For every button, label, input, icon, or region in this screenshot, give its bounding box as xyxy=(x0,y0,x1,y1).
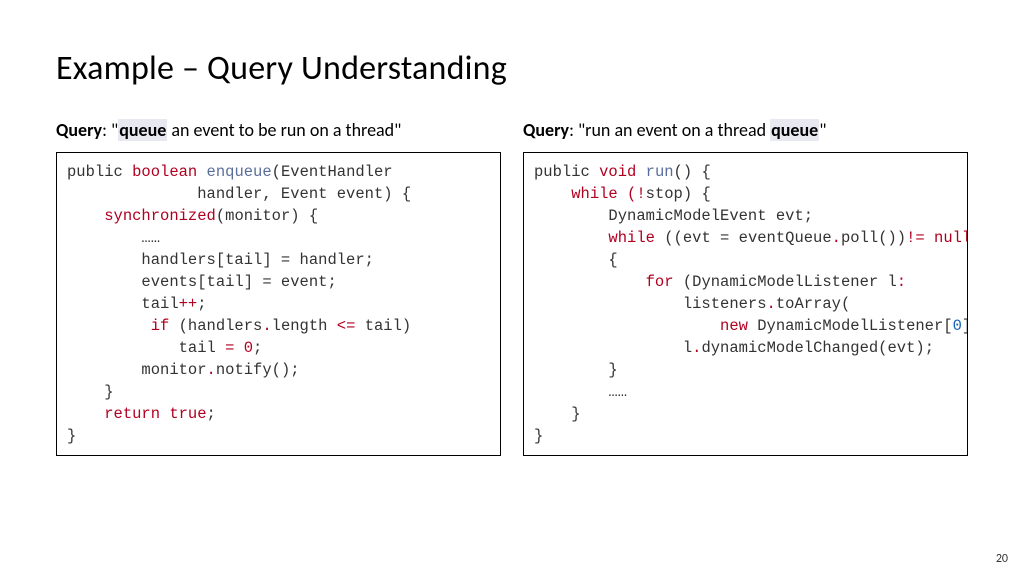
left-code-box: public boolean enqueue(EventHandler hand… xyxy=(56,152,501,456)
left-query-line: Query: "queue an event to be run on a th… xyxy=(56,119,501,142)
query-highlight-word: queue xyxy=(770,119,819,141)
slide-title: Example – Query Understanding xyxy=(56,48,968,89)
right-query-line: Query: "run an event on a thread queue" xyxy=(523,119,968,142)
left-column: Query: "queue an event to be run on a th… xyxy=(56,119,501,456)
content-columns: Query: "queue an event to be run on a th… xyxy=(56,119,968,456)
query-label: Query xyxy=(523,119,569,141)
query-highlight-word: queue xyxy=(118,119,167,141)
right-code-box: public void run() { while (!stop) { Dyna… xyxy=(523,152,968,456)
query-text-after: " xyxy=(819,119,826,141)
query-text-before: : "run an event on a thread xyxy=(569,119,770,141)
slide-number: 20 xyxy=(996,552,1008,566)
query-label: Query xyxy=(56,119,102,141)
query-text-after: an event to be run on a thread" xyxy=(167,119,401,141)
query-text-before: : " xyxy=(102,119,118,141)
right-column: Query: "run an event on a thread queue" … xyxy=(523,119,968,456)
